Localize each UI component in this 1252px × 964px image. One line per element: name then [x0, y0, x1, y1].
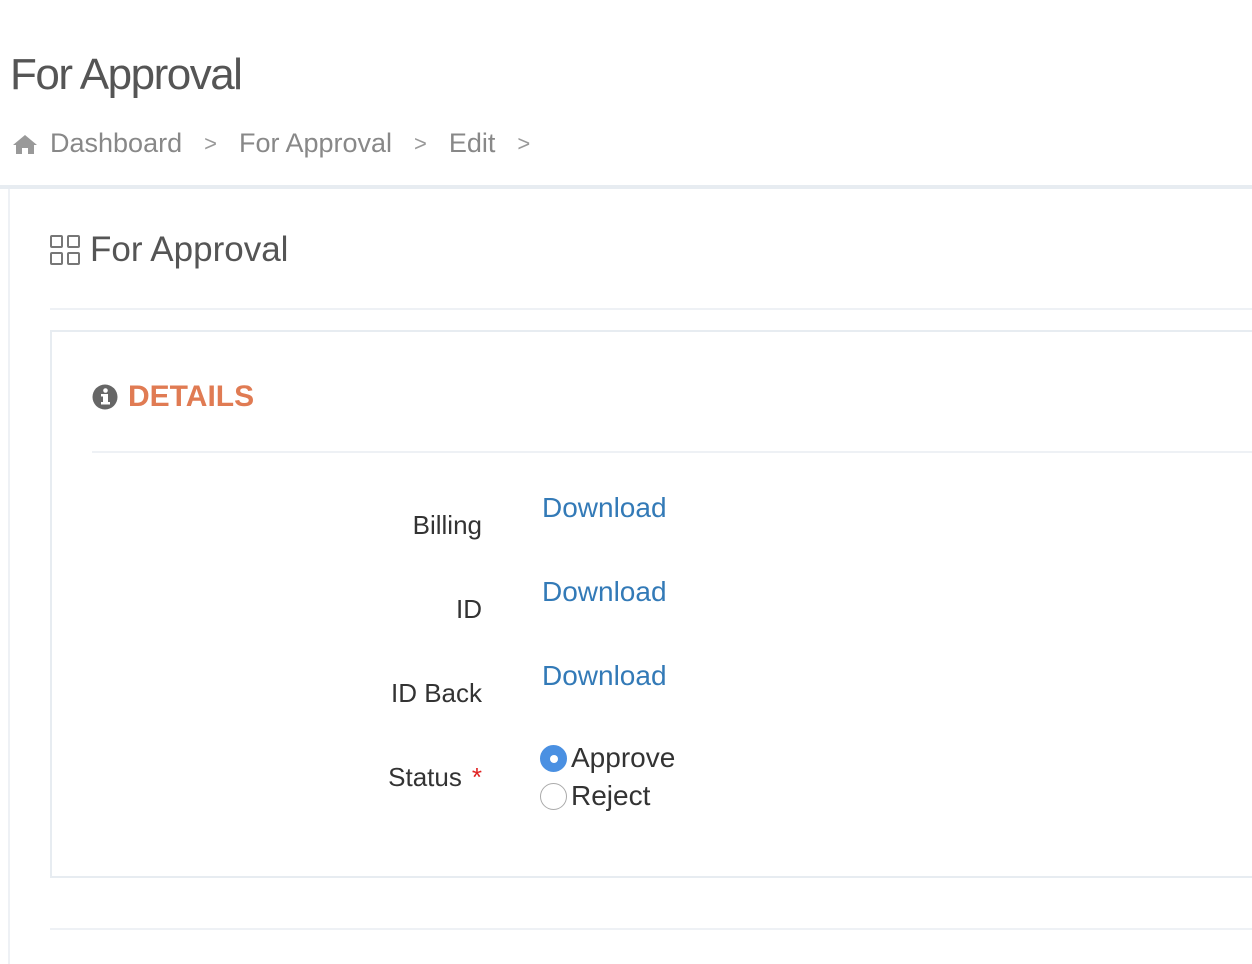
- divider: [50, 308, 1252, 310]
- field-label: Status *: [388, 762, 482, 793]
- field-label: Billing: [412, 510, 482, 540]
- field-row-id: ID Download: [52, 574, 1052, 634]
- chevron-right-icon: >: [204, 130, 217, 156]
- id-back-download-link[interactable]: Download: [542, 660, 667, 692]
- chevron-right-icon: >: [517, 130, 531, 156]
- page-title: For Approval: [10, 50, 243, 99]
- radio-checked-icon[interactable]: [540, 744, 567, 772]
- field-row-status: Status * Approve Reject: [52, 742, 1052, 822]
- breadcrumb-dashboard[interactable]: Dashboard: [50, 128, 182, 159]
- field-row-billing: Billing Download: [52, 490, 1052, 550]
- field-label: ID Back: [390, 678, 482, 708]
- status-label: Status: [388, 762, 462, 792]
- breadcrumb-edit[interactable]: Edit: [449, 128, 496, 159]
- divider: [50, 928, 1252, 930]
- chevron-right-icon: >: [414, 130, 427, 156]
- divider: [92, 451, 1252, 453]
- billing-download-link[interactable]: Download: [542, 492, 667, 524]
- radio-approve[interactable]: Approve: [540, 742, 675, 774]
- required-marker: *: [471, 762, 482, 792]
- breadcrumb-for-approval[interactable]: For Approval: [239, 128, 392, 159]
- section-header: DETAILS: [92, 380, 254, 414]
- grid-icon: [50, 235, 80, 265]
- info-icon: [92, 384, 118, 410]
- id-download-link[interactable]: Download: [542, 576, 667, 608]
- field-label: ID: [456, 594, 482, 624]
- radio-label: Approve: [571, 742, 676, 773]
- divider: [8, 189, 10, 964]
- radio-unchecked-icon[interactable]: [540, 782, 567, 810]
- breadcrumb: Dashboard > For Approval > Edit >: [12, 128, 552, 159]
- divider: [0, 185, 1252, 189]
- radio-reject[interactable]: Reject: [540, 780, 650, 812]
- radio-label: Reject: [571, 780, 651, 811]
- portlet-title-text: For Approval: [90, 230, 289, 269]
- portlet-title: For Approval: [50, 230, 288, 270]
- details-panel: DETAILS Billing Download ID Download ID …: [50, 330, 1252, 878]
- field-row-id-back: ID Back Download: [52, 658, 1052, 718]
- section-title: DETAILS: [128, 380, 255, 413]
- home-icon: [13, 134, 37, 154]
